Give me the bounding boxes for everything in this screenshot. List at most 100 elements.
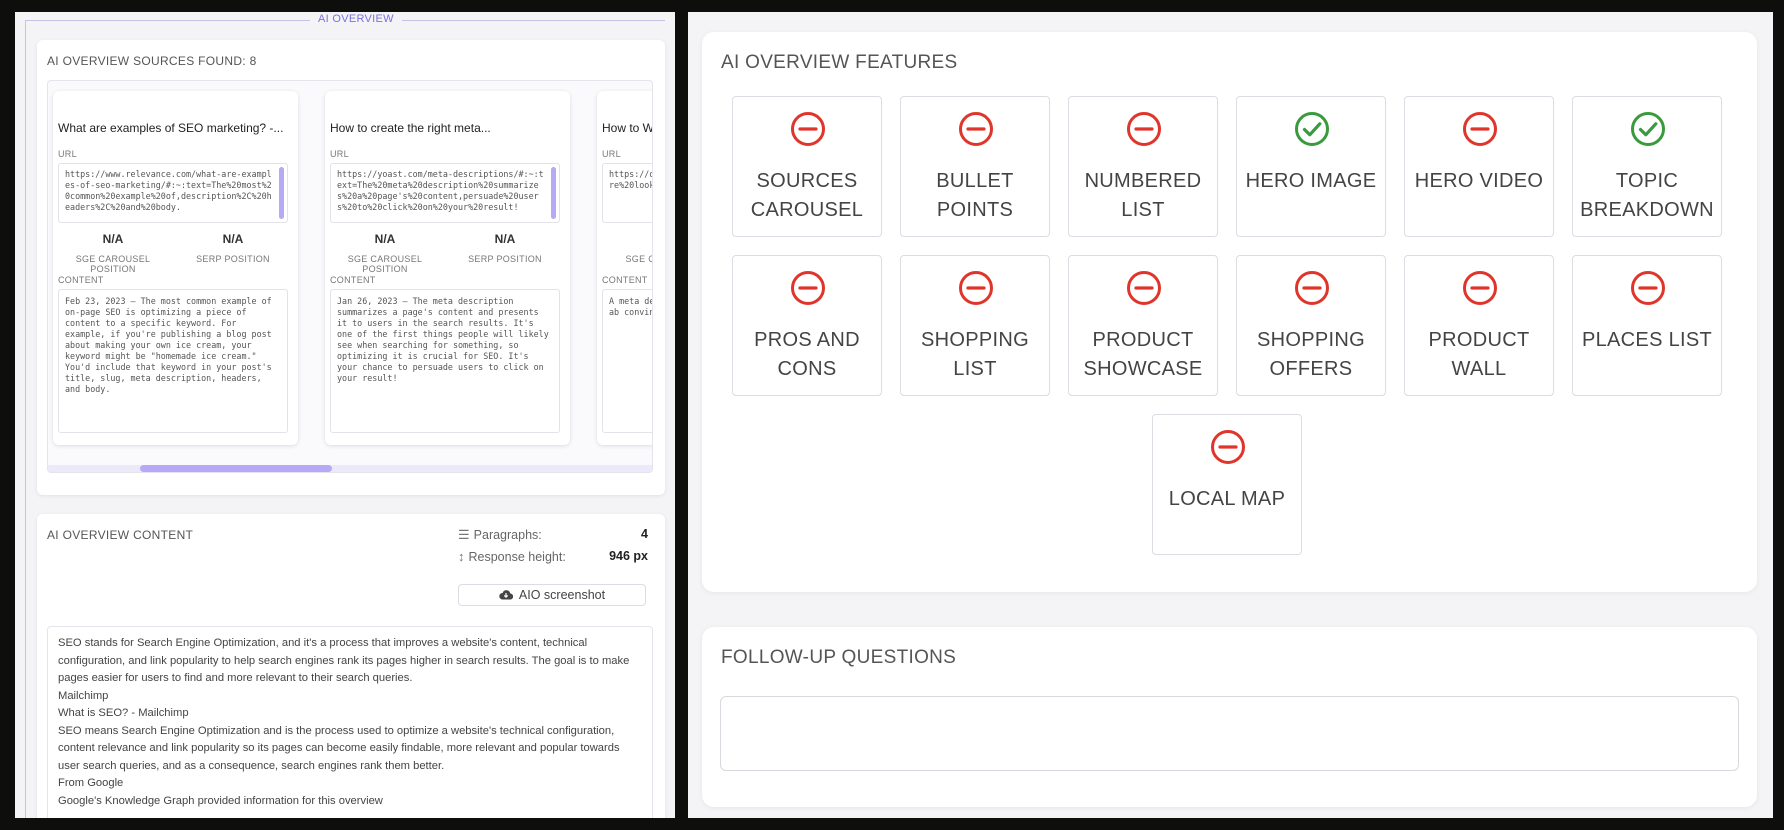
aio-paragraph: SEO means Search Engine Optimization and… [58, 724, 620, 772]
source-title[interactable]: How to create the right meta... [330, 121, 560, 135]
paragraphs-value: 4 [641, 527, 648, 541]
feature-label: PRODUCT WALL [1428, 329, 1530, 380]
aio-screenshot-button[interactable]: AIO screenshot [458, 584, 646, 606]
aio-paragraph: Mailchimp [58, 689, 109, 702]
fieldset-border-left [25, 20, 26, 818]
source-card[interactable]: What are examples of SEO marketing? -...… [53, 91, 298, 445]
feature-tile: LOCAL MAP [1152, 414, 1302, 555]
minus-circle-icon [1631, 271, 1665, 305]
feature-tile: NUMBERED LIST [1068, 96, 1218, 237]
feature-label: PRODUCT SHOWCASE [1083, 329, 1203, 380]
carousel-scrollbar-thumb[interactable] [140, 465, 332, 472]
feature-label: TOPIC BREAKDOWN [1580, 170, 1714, 221]
feature-label: SHOPPING OFFERS [1257, 329, 1365, 380]
minus-circle-icon [959, 112, 993, 146]
check-circle-icon [1631, 112, 1665, 146]
source-content[interactable]: Jan 26, 2023 — The meta description summ… [330, 289, 560, 433]
aio-paragraph: From Google [58, 777, 124, 789]
carousel-position-label: SGE CAROUSEL POSITION [347, 254, 423, 274]
ai-overview-legend: AI OVERVIEW [310, 13, 402, 25]
feature-tile: PRODUCT WALL [1404, 255, 1554, 396]
minus-circle-icon [1211, 430, 1245, 464]
feature-label: NUMBERED LIST [1084, 170, 1202, 221]
paragraphs-label: Paragraphs: [473, 528, 542, 542]
feature-label: SHOPPING LIST [921, 329, 1029, 380]
minus-circle-icon [1127, 271, 1161, 305]
feature-label: BULLET POINTS [936, 170, 1014, 221]
feature-tile: SHOPPING OFFERS [1236, 255, 1386, 396]
feature-label: LOCAL MAP [1168, 488, 1286, 510]
aio-paragraph: What is SEO? - Mailchimp [58, 707, 189, 719]
source-card[interactable]: How to Wr URL https://de s/appeara descr… [597, 91, 652, 445]
minus-circle-icon [1295, 271, 1329, 305]
feature-label: HERO IMAGE [1245, 170, 1377, 192]
carousel-position-value: N/A [374, 232, 396, 246]
source-url-box[interactable]: https://yoast.com/meta-descriptions/#:~:… [330, 163, 560, 223]
source-content[interactable]: Feb 23, 2023 — The most common example o… [58, 289, 288, 433]
sources-card: AI OVERVIEW SOURCES FOUND: 8 What are ex… [37, 40, 665, 495]
content-label: CONTENT [58, 275, 104, 285]
serp-position-label: SERP POSITION [468, 254, 542, 264]
cloud-download-icon [499, 590, 514, 600]
source-title[interactable]: How to Wr [602, 121, 652, 135]
feature-tile: SHOPPING LIST [900, 255, 1050, 396]
carousel-scrollbar-track[interactable] [48, 465, 652, 472]
serp-position-value: N/A [494, 232, 516, 246]
aio-screenshot-label: AIO screenshot [518, 588, 606, 602]
response-height-stat: ↕ Response height: 946 px [458, 549, 648, 564]
source-card[interactable]: How to create the right meta... URL http… [325, 91, 570, 445]
response-height-value: 946 px [609, 549, 648, 563]
sources-heading: AI OVERVIEW SOURCES FOUND: 8 [47, 54, 257, 68]
carousel-position-value: N/A [102, 232, 124, 246]
feature-tile: SOURCES CAROUSEL [732, 96, 882, 237]
aio-content-text[interactable]: SEO stands for Search Engine Optimizatio… [47, 626, 653, 818]
url-scrollbar[interactable] [551, 167, 556, 219]
sources-carousel[interactable]: What are examples of SEO marketing? -...… [47, 80, 653, 473]
carousel-position-label: SGE CAROUS [625, 254, 652, 264]
url-label: URL [602, 149, 621, 159]
source-title[interactable]: What are examples of SEO marketing? -... [58, 121, 288, 135]
minus-circle-icon [791, 112, 825, 146]
response-height-label: Response height: [468, 550, 566, 564]
aio-paragraph: Google's Knowledge Graph provided inform… [58, 794, 383, 807]
feature-tile: HERO VIDEO [1404, 96, 1554, 237]
list-icon: ☰ [458, 527, 470, 542]
source-url: https://yoast.com/meta-descriptions/#:~:… [337, 169, 544, 212]
feature-tile: BULLET POINTS [900, 96, 1050, 237]
source-content[interactable]: A meta des and intere relevant c page is… [602, 289, 652, 433]
feature-tile: PROS AND CONS [732, 255, 882, 396]
minus-circle-icon [1127, 112, 1161, 146]
paragraphs-stat: ☰ Paragraphs: 4 [458, 527, 648, 543]
serp-position-label: SERP POSITION [196, 254, 270, 264]
feature-label: PLACES LIST [1581, 329, 1713, 351]
followup-questions-box[interactable] [720, 696, 1739, 771]
feature-label: PROS AND CONS [754, 329, 860, 380]
source-url: https://www.relevance.com/what-are-examp… [65, 169, 272, 212]
serp-position-value: N/A [222, 232, 244, 246]
followup-title: FOLLOW-UP QUESTIONS [721, 647, 957, 668]
feature-tile: TOPIC BREAKDOWN [1572, 96, 1722, 237]
aio-content-heading: AI OVERVIEW CONTENT [47, 528, 194, 542]
carousel-position-label: SGE CAROUSEL POSITION [75, 254, 151, 274]
aio-paragraph: SEO stands for Search Engine Optimizatio… [58, 637, 630, 684]
features-card: AI OVERVIEW FEATURES SOURCES CAROUSEL BUL… [702, 32, 1757, 592]
url-label: URL [58, 149, 77, 159]
source-url-box[interactable]: https://www.relevance.com/what-are-examp… [58, 163, 288, 223]
feature-tile: PLACES LIST [1572, 255, 1722, 396]
feature-tile: HERO IMAGE [1236, 96, 1386, 237]
content-label: CONTENT [330, 275, 376, 285]
aio-content-card: AI OVERVIEW CONTENT ☰ Paragraphs: 4 ↕ Resp… [37, 514, 665, 818]
features-title: AI OVERVIEW FEATURES [721, 52, 958, 73]
ai-overview-panel: AI OVERVIEW AI OVERVIEW SOURCES FOUND: 8… [15, 12, 675, 818]
minus-circle-icon [1463, 112, 1497, 146]
feature-label: SOURCES CAROUSEL [750, 170, 864, 221]
minus-circle-icon [791, 271, 825, 305]
check-circle-icon [1295, 112, 1329, 146]
source-url-box[interactable]: https://de s/appeara descripti 20and,pag… [602, 163, 652, 223]
minus-circle-icon [1463, 271, 1497, 305]
minus-circle-icon [959, 271, 993, 305]
carousel-position-value: N [602, 232, 652, 246]
followup-card: FOLLOW-UP QUESTIONS [702, 627, 1757, 807]
url-label: URL [330, 149, 349, 159]
url-scrollbar[interactable] [279, 167, 284, 219]
